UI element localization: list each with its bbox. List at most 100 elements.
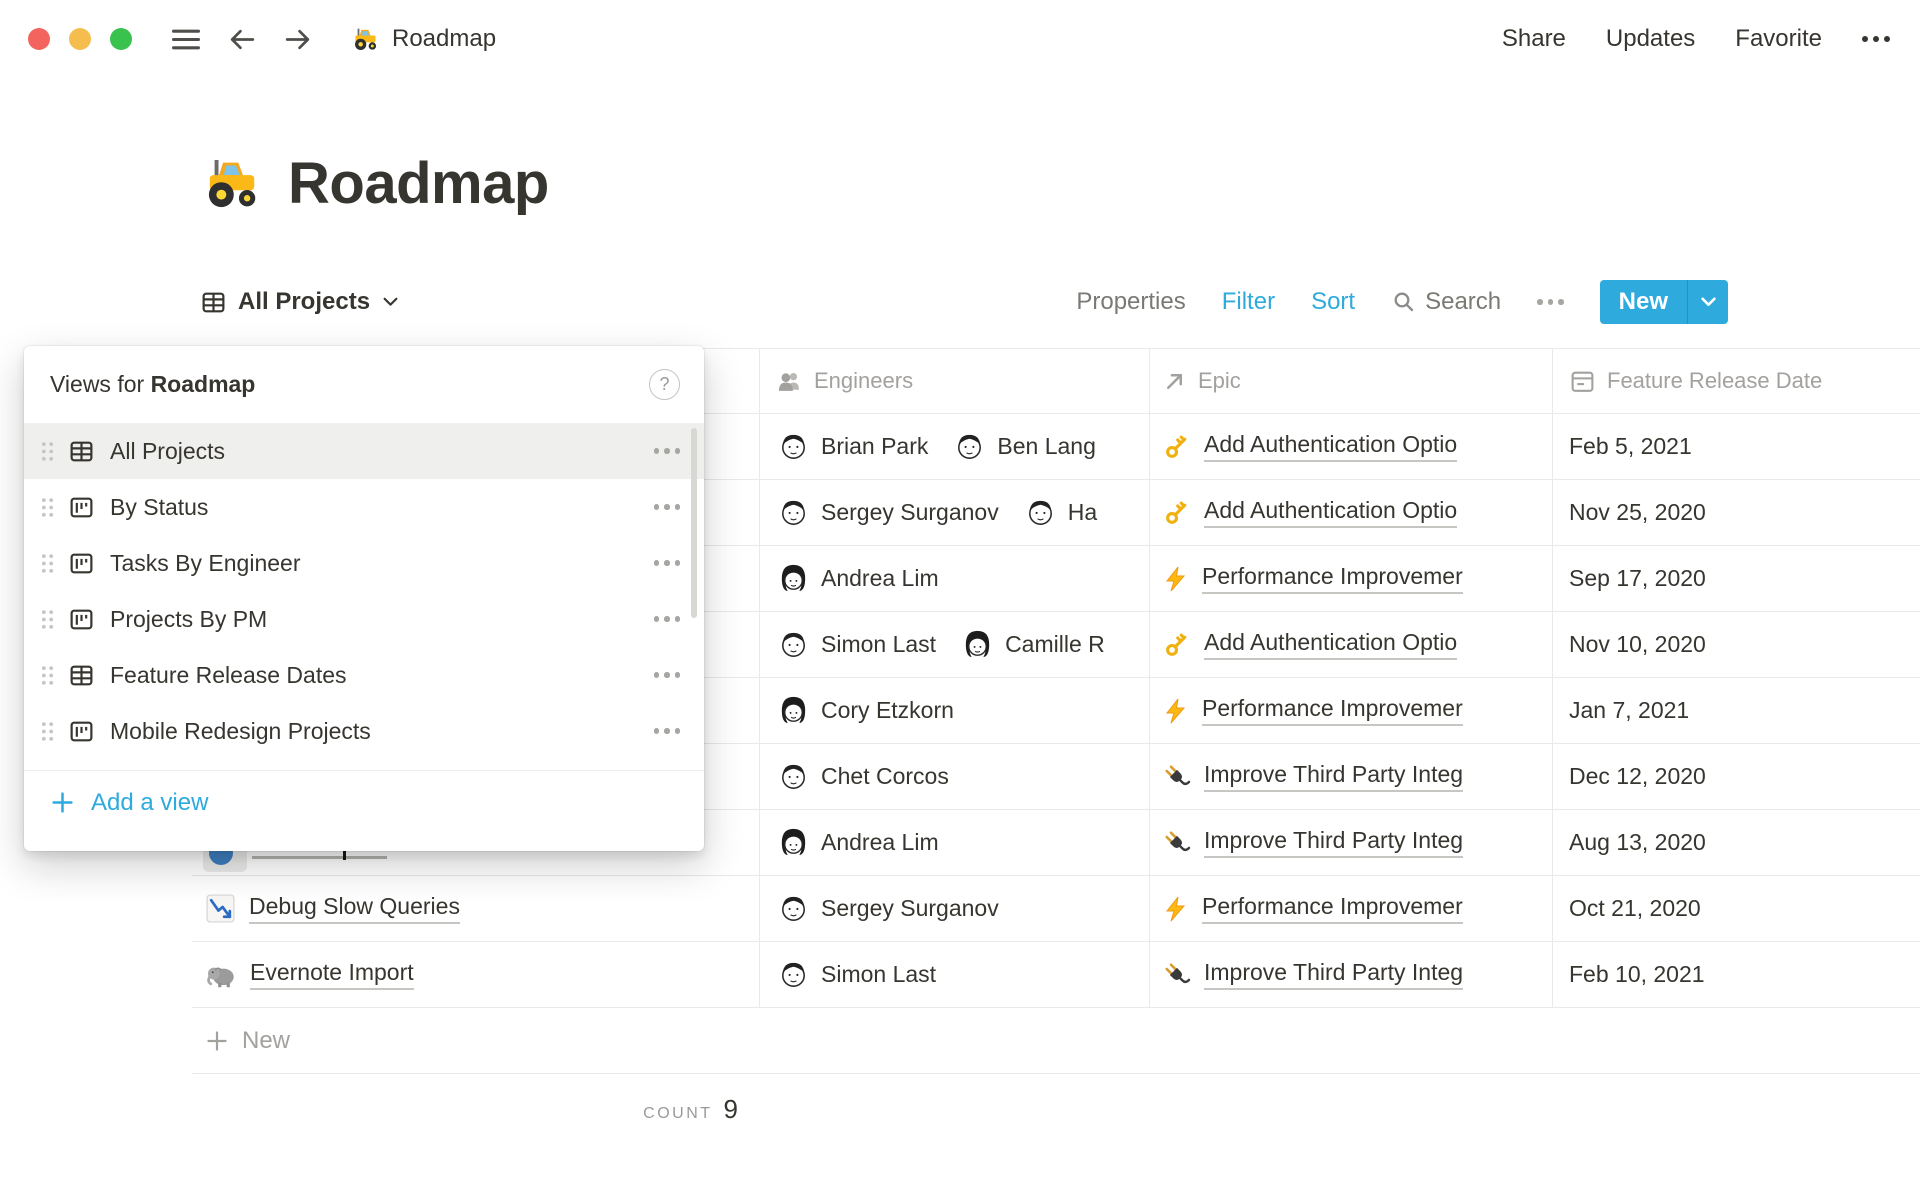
project-link[interactable]: Debug Slow Queries: [249, 893, 460, 924]
engineer-chip[interactable]: Andrea Lim: [776, 561, 939, 596]
engineer-chip[interactable]: Ben Lang: [952, 429, 1095, 464]
page-title[interactable]: Roadmap: [288, 150, 549, 217]
epic-cell[interactable]: Performance Improvemer: [1150, 546, 1553, 611]
epic-cell[interactable]: Improve Third Party Integ: [1150, 810, 1553, 875]
epic-cell[interactable]: Performance Improvemer: [1150, 678, 1553, 743]
drag-handle-icon[interactable]: [40, 664, 55, 687]
engineer-chip[interactable]: Sergey Surganov: [776, 495, 999, 530]
epic-link[interactable]: Improve Third Party Integ: [1204, 959, 1463, 989]
view-more-options-icon[interactable]: [1537, 299, 1564, 305]
filter-button[interactable]: Filter: [1222, 288, 1275, 316]
add-row-button[interactable]: New: [192, 1008, 1920, 1074]
engineers-cell[interactable]: Sergey Surganov: [760, 876, 1150, 941]
view-item-feature-release-dates[interactable]: Feature Release Dates: [24, 647, 704, 703]
engineers-cell[interactable]: Sergey Surganov Ha: [760, 480, 1150, 545]
breadcrumb[interactable]: Roadmap: [351, 25, 496, 54]
column-header-date[interactable]: Feature Release Date: [1553, 349, 1920, 413]
drag-handle-icon[interactable]: [40, 496, 55, 519]
view-item-mobile-redesign-projects[interactable]: Mobile Redesign Projects: [24, 703, 704, 759]
back-button[interactable]: [227, 26, 258, 53]
epic-link[interactable]: Add Authentication Optio: [1204, 629, 1457, 659]
view-selector[interactable]: All Projects: [200, 288, 398, 316]
engineers-cell[interactable]: Simon Last Camille R: [760, 612, 1150, 677]
panel-scrollbar[interactable]: [691, 428, 697, 618]
engineer-chip[interactable]: Simon Last: [776, 957, 936, 992]
epic-link[interactable]: Improve Third Party Integ: [1204, 827, 1463, 857]
view-item-menu-icon[interactable]: [654, 728, 681, 734]
drag-handle-icon[interactable]: [40, 720, 55, 743]
drag-handle-icon[interactable]: [40, 552, 55, 575]
date-cell[interactable]: Aug 13, 2020: [1553, 810, 1920, 875]
engineer-chip[interactable]: Cory Etzkorn: [776, 693, 954, 728]
search-button[interactable]: Search: [1391, 288, 1501, 316]
epic-cell[interactable]: Add Authentication Optio: [1150, 414, 1553, 479]
drag-handle-icon[interactable]: [40, 608, 55, 631]
new-button[interactable]: New: [1600, 280, 1728, 324]
epic-cell[interactable]: Improve Third Party Integ: [1150, 744, 1553, 809]
minimize-window-button[interactable]: [69, 28, 91, 50]
view-item-by-status[interactable]: By Status: [24, 479, 704, 535]
engineer-chip[interactable]: Camille R: [960, 627, 1105, 662]
epic-link[interactable]: Performance Improvemer: [1202, 563, 1463, 593]
name-cell[interactable]: Evernote Import: [192, 942, 760, 1007]
epic-cell[interactable]: Add Authentication Optio: [1150, 480, 1553, 545]
epic-cell[interactable]: Performance Improvemer: [1150, 876, 1553, 941]
new-dropdown-button[interactable]: [1687, 280, 1728, 324]
view-item-menu-icon[interactable]: [654, 560, 681, 566]
sidebar-menu-button[interactable]: [169, 26, 203, 53]
date-cell[interactable]: Feb 10, 2021: [1553, 942, 1920, 1007]
properties-button[interactable]: Properties: [1076, 288, 1185, 316]
help-icon[interactable]: ?: [649, 369, 680, 400]
view-item-tasks-by-engineer[interactable]: Tasks By Engineer: [24, 535, 704, 591]
epic-cell[interactable]: Add Authentication Optio: [1150, 612, 1553, 677]
engineers-cell[interactable]: Cory Etzkorn: [760, 678, 1150, 743]
epic-link[interactable]: Improve Third Party Integ: [1204, 761, 1463, 791]
date-cell[interactable]: Sep 17, 2020: [1553, 546, 1920, 611]
share-button[interactable]: Share: [1502, 25, 1566, 53]
zoom-window-button[interactable]: [110, 28, 132, 50]
engineer-chip[interactable]: Sergey Surganov: [776, 891, 999, 926]
engineer-chip[interactable]: Chet Corcos: [776, 759, 949, 794]
favorite-button[interactable]: Favorite: [1735, 25, 1822, 53]
engineer-chip[interactable]: Brian Park: [776, 429, 928, 464]
tractor-icon[interactable]: [200, 152, 264, 216]
view-item-menu-icon[interactable]: [654, 616, 681, 622]
date-cell[interactable]: Dec 12, 2020: [1553, 744, 1920, 809]
more-options-icon[interactable]: [1862, 36, 1890, 42]
engineer-chip[interactable]: Simon Last: [776, 627, 936, 662]
close-window-button[interactable]: [28, 28, 50, 50]
column-header-epic[interactable]: Epic: [1150, 349, 1553, 413]
epic-cell[interactable]: Improve Third Party Integ: [1150, 942, 1553, 1007]
count-footer[interactable]: COUNT 9: [192, 1074, 760, 1125]
forward-button[interactable]: [282, 26, 313, 53]
view-item-all-projects[interactable]: All Projects: [24, 423, 704, 479]
engineers-cell[interactable]: Chet Corcos: [760, 744, 1150, 809]
view-item-projects-by-pm[interactable]: Projects By PM: [24, 591, 704, 647]
column-header-engineers[interactable]: Engineers: [760, 349, 1150, 413]
engineer-chip[interactable]: Andrea Lim: [776, 825, 939, 860]
date-cell[interactable]: Oct 21, 2020: [1553, 876, 1920, 941]
epic-link[interactable]: Add Authentication Optio: [1204, 497, 1457, 527]
view-item-menu-icon[interactable]: [654, 672, 681, 678]
date-cell[interactable]: Nov 25, 2020: [1553, 480, 1920, 545]
date-cell[interactable]: Feb 5, 2021: [1553, 414, 1920, 479]
engineers-cell[interactable]: Andrea Lim: [760, 810, 1150, 875]
sort-button[interactable]: Sort: [1311, 288, 1355, 316]
view-item-menu-icon[interactable]: [654, 504, 681, 510]
date-cell[interactable]: Jan 7, 2021: [1553, 678, 1920, 743]
add-view-button[interactable]: Add a view: [24, 771, 704, 834]
project-link[interactable]: Evernote Import: [250, 959, 414, 990]
drag-handle-icon[interactable]: [40, 440, 55, 463]
date-cell[interactable]: Nov 10, 2020: [1553, 612, 1920, 677]
epic-link[interactable]: Performance Improvemer: [1202, 893, 1463, 923]
name-cell[interactable]: Debug Slow Queries: [192, 876, 760, 941]
engineers-cell[interactable]: Andrea Lim: [760, 546, 1150, 611]
epic-link[interactable]: Add Authentication Optio: [1204, 431, 1457, 461]
engineers-cell[interactable]: Simon Last: [760, 942, 1150, 1007]
view-item-menu-icon[interactable]: [654, 448, 681, 454]
updates-button[interactable]: Updates: [1606, 25, 1695, 53]
engineers-cell[interactable]: Brian Park Ben Lang: [760, 414, 1150, 479]
engineer-chip[interactable]: Ha: [1023, 495, 1097, 530]
epic-link[interactable]: Performance Improvemer: [1202, 695, 1463, 725]
new-button-label[interactable]: New: [1600, 280, 1687, 324]
